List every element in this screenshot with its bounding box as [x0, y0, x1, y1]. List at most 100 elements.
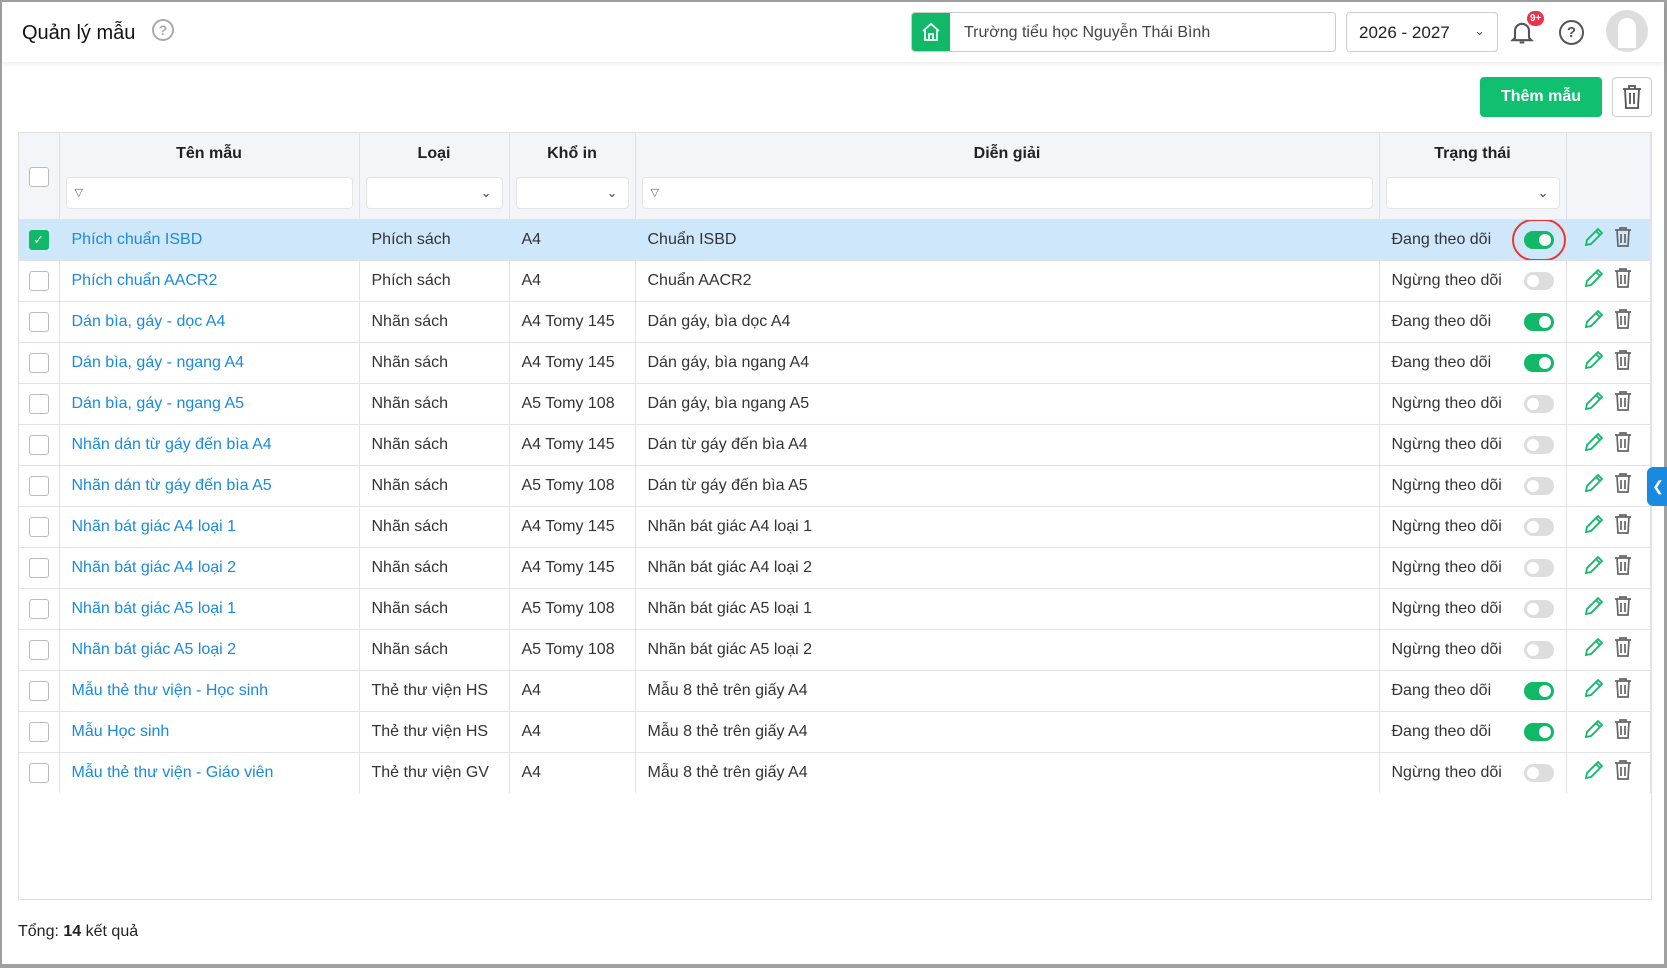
select-all-checkbox[interactable]	[28, 167, 49, 187]
row-checkbox[interactable]	[28, 639, 49, 660]
table-row[interactable]: ✓ Phích chuẩn ISBD Phích sách A4 Chuẩn I…	[19, 218, 1651, 260]
edit-pencil-icon[interactable]	[1583, 472, 1605, 499]
edit-pencil-icon[interactable]	[1583, 308, 1605, 335]
trash-icon[interactable]	[1613, 513, 1633, 540]
template-name-link[interactable]: Nhãn dán từ gáy đến bìa A5	[59, 464, 360, 506]
edit-pencil-icon[interactable]	[1583, 554, 1605, 581]
trash-icon[interactable]	[1613, 349, 1633, 376]
status-toggle[interactable]	[1523, 517, 1554, 536]
edit-pencil-icon[interactable]	[1583, 718, 1605, 745]
trash-icon[interactable]	[1613, 759, 1633, 786]
status-toggle[interactable]	[1523, 353, 1554, 372]
avatar[interactable]	[1606, 10, 1648, 52]
col-header-status[interactable]: Trạng thái	[1380, 145, 1566, 163]
row-checkbox[interactable]	[28, 557, 49, 578]
edit-pencil-icon[interactable]	[1583, 226, 1605, 253]
edit-pencil-icon[interactable]	[1583, 349, 1605, 376]
table-row[interactable]: Dán bìa, gáy - ngang A4 Nhãn sách A4 Tom…	[19, 341, 1651, 383]
status-toggle[interactable]	[1511, 220, 1565, 260]
row-checkbox[interactable]	[28, 516, 49, 537]
trash-icon[interactable]	[1613, 431, 1633, 458]
row-checkbox[interactable]	[28, 434, 49, 455]
trash-icon[interactable]	[1613, 718, 1633, 745]
help-circle-icon[interactable]: ?	[152, 19, 174, 41]
trash-icon[interactable]	[1613, 308, 1633, 335]
type-filter-select[interactable]: ⌄	[365, 177, 503, 209]
template-name-link[interactable]: Dán bìa, gáy - dọc A4	[59, 300, 360, 342]
status-toggle[interactable]	[1523, 271, 1554, 290]
trash-icon[interactable]	[1613, 554, 1633, 581]
row-checkbox[interactable]	[28, 475, 49, 496]
year-select[interactable]: 2026 - 2027 ⌄	[1346, 12, 1498, 52]
table-row[interactable]: Mẫu thẻ thư viện - Học sinh Thẻ thư viện…	[19, 669, 1651, 711]
template-name-link[interactable]: Phích chuẩn ISBD	[59, 218, 360, 260]
desc-filter-input[interactable]: ▽	[641, 177, 1373, 209]
edit-pencil-icon[interactable]	[1583, 759, 1605, 786]
side-panel-toggle[interactable]: ❮	[1647, 467, 1667, 506]
status-toggle[interactable]	[1523, 640, 1554, 659]
col-header-type[interactable]: Loại	[360, 145, 509, 163]
edit-pencil-icon[interactable]	[1583, 513, 1605, 540]
col-header-size[interactable]: Khổ in	[510, 145, 635, 163]
trash-icon[interactable]	[1613, 595, 1633, 622]
status-toggle[interactable]	[1523, 476, 1554, 495]
edit-pencil-icon[interactable]	[1583, 595, 1605, 622]
table-row[interactable]: Mẫu thẻ thư viện - Giáo viên Thẻ thư việ…	[19, 751, 1651, 793]
help-icon[interactable]: ?	[1559, 20, 1584, 45]
status-toggle[interactable]	[1523, 681, 1554, 700]
edit-pencil-icon[interactable]	[1583, 390, 1605, 417]
school-selector[interactable]: Trường tiểu học Nguyễn Thái Bình	[911, 12, 1336, 52]
status-toggle[interactable]	[1523, 599, 1554, 618]
size-filter-select[interactable]: ⌄	[515, 177, 629, 209]
row-checkbox[interactable]	[28, 352, 49, 373]
row-checkbox[interactable]	[28, 598, 49, 619]
row-checkbox[interactable]	[28, 762, 49, 783]
template-name-link[interactable]: Mẫu thẻ thư viện - Học sinh	[59, 669, 360, 711]
table-row[interactable]: Dán bìa, gáy - dọc A4 Nhãn sách A4 Tomy …	[19, 300, 1651, 342]
table-row[interactable]: Nhãn dán từ gáy đến bìa A4 Nhãn sách A4 …	[19, 423, 1651, 465]
status-toggle[interactable]	[1523, 435, 1554, 454]
trash-icon[interactable]	[1613, 472, 1633, 499]
template-name-link[interactable]: Mẫu Học sinh	[59, 710, 360, 752]
template-name-link[interactable]: Mẫu thẻ thư viện - Giáo viên	[59, 751, 360, 793]
status-toggle[interactable]	[1523, 763, 1554, 782]
col-header-desc[interactable]: Diễn giải	[636, 145, 1379, 163]
trash-icon[interactable]	[1613, 677, 1633, 704]
edit-pencil-icon[interactable]	[1583, 677, 1605, 704]
template-name-link[interactable]: Nhãn dán từ gáy đến bìa A4	[59, 423, 360, 465]
template-name-link[interactable]: Dán bìa, gáy - ngang A5	[59, 382, 360, 424]
status-toggle[interactable]	[1523, 722, 1554, 741]
name-filter-input[interactable]: ▽	[65, 177, 353, 209]
trash-icon[interactable]	[1613, 267, 1633, 294]
edit-pencil-icon[interactable]	[1583, 636, 1605, 663]
row-checkbox[interactable]	[28, 270, 49, 291]
row-checkbox[interactable]	[28, 311, 49, 332]
trash-icon[interactable]	[1613, 390, 1633, 417]
add-template-button[interactable]: Thêm mẫu	[1480, 77, 1602, 117]
table-row[interactable]: Dán bìa, gáy - ngang A5 Nhãn sách A5 Tom…	[19, 382, 1651, 424]
delete-selected-button[interactable]	[1612, 77, 1652, 117]
template-name-link[interactable]: Nhãn bát giác A4 loại 1	[59, 505, 360, 547]
table-row[interactable]: Nhãn bát giác A4 loại 2 Nhãn sách A4 Tom…	[19, 546, 1651, 588]
trash-icon[interactable]	[1613, 226, 1633, 253]
row-checkbox[interactable]	[28, 680, 49, 701]
row-checkbox[interactable]: ✓	[28, 229, 49, 250]
table-row[interactable]: Nhãn dán từ gáy đến bìa A5 Nhãn sách A5 …	[19, 464, 1651, 506]
template-name-link[interactable]: Phích chuẩn AACR2	[59, 259, 360, 301]
edit-pencil-icon[interactable]	[1583, 431, 1605, 458]
template-name-link[interactable]: Nhãn bát giác A4 loại 2	[59, 546, 360, 588]
row-checkbox[interactable]	[28, 721, 49, 742]
status-toggle[interactable]	[1523, 312, 1554, 331]
template-name-link[interactable]: Nhãn bát giác A5 loại 2	[59, 628, 360, 670]
table-row[interactable]: Phích chuẩn AACR2 Phích sách A4 Chuẩn AA…	[19, 259, 1651, 301]
col-header-name[interactable]: Tên mẫu	[60, 145, 359, 163]
row-checkbox[interactable]	[28, 393, 49, 414]
edit-pencil-icon[interactable]	[1583, 267, 1605, 294]
template-name-link[interactable]: Nhãn bát giác A5 loại 1	[59, 587, 360, 629]
table-row[interactable]: Mẫu Học sinh Thẻ thư viện HS A4 Mẫu 8 th…	[19, 710, 1651, 752]
template-name-link[interactable]: Dán bìa, gáy - ngang A4	[59, 341, 360, 383]
table-row[interactable]: Nhãn bát giác A5 loại 1 Nhãn sách A5 Tom…	[19, 587, 1651, 629]
status-toggle[interactable]	[1523, 394, 1554, 413]
trash-icon[interactable]	[1613, 636, 1633, 663]
status-filter-select[interactable]: ⌄	[1385, 177, 1560, 209]
